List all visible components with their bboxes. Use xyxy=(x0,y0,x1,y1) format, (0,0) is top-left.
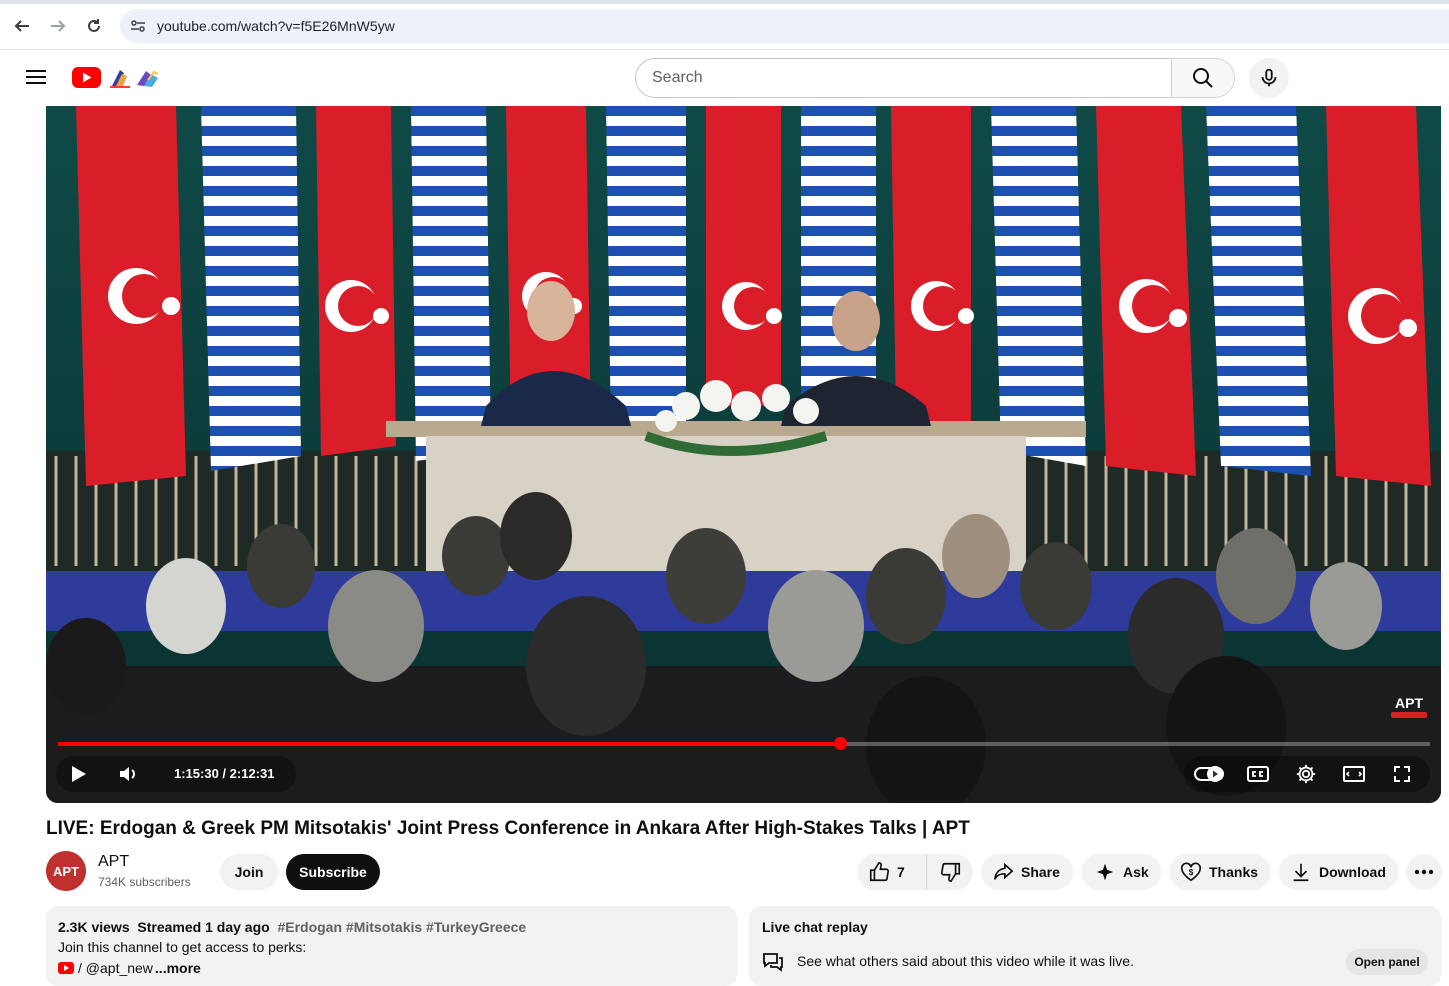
player-controls-right xyxy=(1184,756,1430,792)
open-panel-button[interactable]: Open panel xyxy=(1346,949,1428,975)
fullscreen-icon xyxy=(1394,766,1410,782)
description-meta: 2.3K views Streamed 1 day ago #Erdogan #… xyxy=(58,919,526,935)
time-display: 1:15:30 / 2:12:31 xyxy=(174,766,274,781)
theater-mode-icon xyxy=(1343,766,1365,782)
channel-avatar[interactable]: APT xyxy=(46,851,86,891)
player-controls-left: 1:15:30 / 2:12:31 xyxy=(56,756,296,792)
fullscreen-button[interactable] xyxy=(1384,756,1420,792)
hashtags[interactable]: #Erdogan #Mitsotakis #TurkeyGreece xyxy=(277,919,526,935)
chat-replay-description: See what others said about this video wh… xyxy=(797,953,1134,969)
download-label: Download xyxy=(1319,864,1386,880)
address-bar[interactable]: youtube.com/watch?v=f5E26MnW5yw xyxy=(120,9,1449,43)
mute-button[interactable] xyxy=(110,756,146,792)
youtube-small-icon xyxy=(58,962,74,974)
settings-button[interactable] xyxy=(1288,756,1324,792)
site-settings-icon[interactable] xyxy=(130,18,146,34)
live-chat-replay-box: Live chat replay See what others said ab… xyxy=(749,906,1441,986)
like-count: 7 xyxy=(897,864,905,880)
search-button[interactable] xyxy=(1171,58,1235,98)
thanks-button[interactable]: $ Thanks xyxy=(1169,854,1271,890)
hamburger-menu-icon[interactable] xyxy=(22,66,50,90)
voice-search-button[interactable] xyxy=(1249,58,1289,98)
channel-owner-row: APT APT 734K subscribers Join Subscribe xyxy=(46,850,386,892)
subscribe-button[interactable]: Subscribe xyxy=(286,854,380,890)
youtube-header xyxy=(0,50,1449,106)
play-button[interactable] xyxy=(60,756,96,792)
dislike-button[interactable] xyxy=(929,854,973,890)
ask-label: Ask xyxy=(1123,864,1149,880)
like-dislike-group: 7 xyxy=(857,854,973,890)
browser-tab-strip-edge xyxy=(0,0,1449,4)
play-icon xyxy=(72,766,86,782)
chat-bubbles-icon xyxy=(763,953,783,972)
time-separator: / xyxy=(218,766,230,781)
search-icon xyxy=(1193,68,1213,88)
more-actions-button[interactable] xyxy=(1406,854,1442,890)
streamed-date: Streamed 1 day ago xyxy=(137,919,270,935)
subscriber-count: 734K subscribers xyxy=(98,875,191,889)
url-text[interactable]: youtube.com/watch?v=f5E26MnW5yw xyxy=(157,18,395,34)
closed-captions-icon xyxy=(1247,766,1269,782)
video-frame xyxy=(46,106,1441,803)
channel-link[interactable]: / @apt_new xyxy=(78,960,153,976)
search-box[interactable] xyxy=(635,58,1172,98)
search-input[interactable] xyxy=(652,67,1152,89)
channel-name[interactable]: APT xyxy=(98,853,129,871)
join-button[interactable]: Join xyxy=(220,854,278,890)
video-title: LIVE: Erdogan & Greek PM Mitsotakis' Joi… xyxy=(46,818,970,839)
view-count: 2.3K views xyxy=(58,919,130,935)
chat-replay-title: Live chat replay xyxy=(762,919,868,935)
ask-button[interactable]: Ask xyxy=(1081,854,1161,890)
svg-text:$: $ xyxy=(1189,868,1194,877)
like-button[interactable]: 7 xyxy=(857,854,927,890)
browser-toolbar: youtube.com/watch?v=f5E26MnW5yw xyxy=(0,0,1449,50)
share-button[interactable]: Share xyxy=(981,854,1073,890)
download-icon xyxy=(1289,860,1313,884)
current-time: 1:15:30 xyxy=(174,766,219,781)
theater-mode-button[interactable] xyxy=(1336,756,1372,792)
download-button[interactable]: Download xyxy=(1279,854,1399,890)
description-box[interactable]: 2.3K views Streamed 1 day ago #Erdogan #… xyxy=(46,906,737,986)
thumbs-up-icon xyxy=(867,860,891,884)
progress-bar[interactable] xyxy=(58,737,1430,750)
autoplay-toggle[interactable] xyxy=(1192,756,1228,792)
volume-icon xyxy=(120,767,135,781)
super-thanks-icon: $ xyxy=(1179,860,1203,884)
progress-played xyxy=(58,742,841,746)
autoplay-toggle-icon xyxy=(1194,766,1224,782)
youtube-logo[interactable] xyxy=(72,65,172,91)
avatar-text: APT xyxy=(53,864,79,879)
back-arrow-icon[interactable] xyxy=(9,13,35,39)
share-icon xyxy=(991,860,1015,884)
video-player[interactable]: APT 1:15:30 / 2:12:31 xyxy=(46,106,1441,803)
description-link-row: / @apt_new ...more xyxy=(58,960,201,976)
progress-scrubber[interactable] xyxy=(834,737,848,750)
microphone-icon xyxy=(1261,68,1277,87)
more-horizontal-icon xyxy=(1414,869,1434,875)
sparkle-icon xyxy=(1093,860,1117,884)
gear-icon xyxy=(1296,764,1316,784)
duration: 2:12:31 xyxy=(229,766,275,781)
share-label: Share xyxy=(1021,864,1060,880)
description-text: Join this channel to get access to perks… xyxy=(58,939,307,955)
show-more-link[interactable]: ...more xyxy=(155,960,201,976)
reload-icon[interactable] xyxy=(81,13,107,39)
apt-watermark-text: APT xyxy=(1395,695,1423,711)
apt-watermark-logo: APT xyxy=(1391,695,1427,718)
forward-arrow-icon[interactable] xyxy=(45,13,71,39)
thanks-label: Thanks xyxy=(1209,864,1259,880)
thumbs-down-icon xyxy=(941,862,961,882)
captions-button[interactable] xyxy=(1240,756,1276,792)
